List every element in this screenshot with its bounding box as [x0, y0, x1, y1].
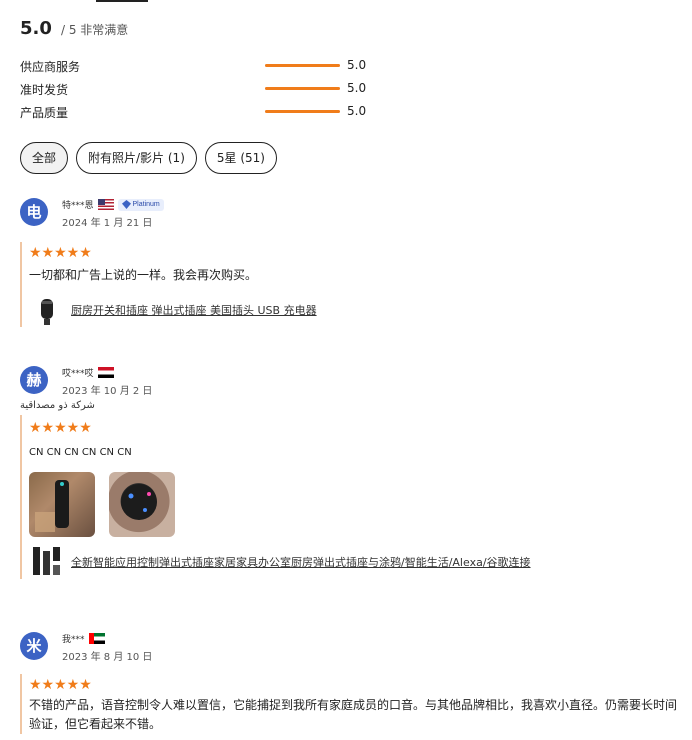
- rating-row-shipping: 准时发货 5.0: [20, 79, 380, 97]
- purchased-product[interactable]: 全新智能应用控制弹出式插座家居家具办公室厨房弹出式插座与涂鸦/智能生活/Alex…: [29, 545, 680, 579]
- product-link[interactable]: 全新智能应用控制弹出式插座家居家具办公室厨房弹出式插座与涂鸦/智能生活/Alex…: [71, 554, 531, 570]
- rating-value: 5.0: [347, 58, 367, 72]
- avatar: 赫: [20, 366, 48, 394]
- filter-5-star[interactable]: 5星 (51): [204, 142, 277, 174]
- filter-all[interactable]: 全部: [20, 142, 69, 174]
- rating-label: 准时发货: [20, 83, 69, 97]
- review-date: 2023 年 8 月 10 日: [62, 652, 153, 663]
- star-rating: ★★★★★: [29, 420, 92, 436]
- rating-bar: [265, 110, 340, 113]
- overall-score: 5.0: [20, 18, 52, 39]
- rating-bar-fill: [265, 64, 340, 67]
- rating-bar: [265, 64, 340, 67]
- top-tab-underline: [96, 0, 148, 2]
- rating-row-quality: 产品质量 5.0: [20, 102, 380, 120]
- overall-score-label: / 5 非常满意: [60, 23, 129, 37]
- reviewer-info: 哎***哎: [62, 366, 114, 379]
- review-photos: [29, 472, 680, 537]
- reviewer-info: 我***: [62, 632, 105, 645]
- review-filters: 全部 附有照片/影片 (1) 5星 (51): [20, 142, 277, 174]
- rating-bar-fill: [265, 87, 340, 90]
- badge-label: Platinum: [132, 201, 160, 208]
- rating-row-service: 供应商服务 5.0: [20, 56, 380, 74]
- product-thumbnail: [41, 299, 53, 325]
- rating-bar-fill: [265, 110, 340, 113]
- reviewer-name: 我***: [62, 635, 85, 645]
- rating-value: 5.0: [347, 81, 367, 95]
- rating-bar: [265, 87, 340, 90]
- rating-summary: 5.0 / 5 非常满意: [20, 18, 128, 39]
- review-text: 一切都和广告上说的一样。我会再次购买。: [29, 268, 258, 282]
- review-photo[interactable]: [29, 472, 95, 537]
- platinum-badge: Platinum: [117, 198, 164, 211]
- filter-with-photos[interactable]: 附有照片/影片 (1): [76, 142, 197, 174]
- product-thumbnail: [33, 547, 60, 575]
- review-text: 不错的产品，语音控制令人难以置信，它能捕捉到我所有家庭成员的口音。与其他品牌相比…: [29, 698, 678, 731]
- review-photo[interactable]: [109, 472, 175, 537]
- review-item: 米 我*** 2023 年 8 月 10 日 ★★★★★ 不错的产品，语音控制令…: [20, 630, 680, 734]
- reviewer-name: 哎***哎: [62, 369, 94, 379]
- rating-label: 产品质量: [20, 106, 69, 120]
- avatar: 米: [20, 632, 48, 660]
- ae-flag-icon: [88, 633, 105, 644]
- review-text: CN CN CN CN CN CN: [29, 447, 132, 458]
- reviewer-info: 特***恩 Platinum: [62, 198, 164, 211]
- rating-label: 供应商服务: [20, 60, 81, 74]
- original-review-text: شركة ذو مصداقية: [20, 400, 95, 411]
- iq-flag-icon: [97, 367, 114, 378]
- review-date: 2024 年 1 月 21 日: [62, 218, 153, 229]
- avatar: 电视: [20, 198, 48, 249]
- diamond-icon: [121, 200, 131, 209]
- review-date: 2023 年 10 月 2 日: [62, 386, 153, 397]
- rating-value: 5.0: [347, 104, 367, 118]
- product-link[interactable]: 厨房开关和插座 弹出式插座 美国插头 USB 充电器: [71, 302, 317, 318]
- us-flag-icon: [97, 199, 114, 210]
- reviewer-name: 特***恩: [62, 201, 94, 211]
- review-item: 电视 特***恩 Platinum 2024 年 1 月 21 日 ★★★★★ …: [20, 196, 680, 327]
- star-rating: ★★★★★: [29, 677, 92, 693]
- review-item: 赫 哎***哎 2023 年 10 月 2 日 شركة ذو مصداقية …: [20, 364, 680, 579]
- purchased-product[interactable]: 厨房开关和插座 弹出式插座 美国插头 USB 充电器: [29, 293, 680, 327]
- star-rating: ★★★★★: [29, 245, 92, 261]
